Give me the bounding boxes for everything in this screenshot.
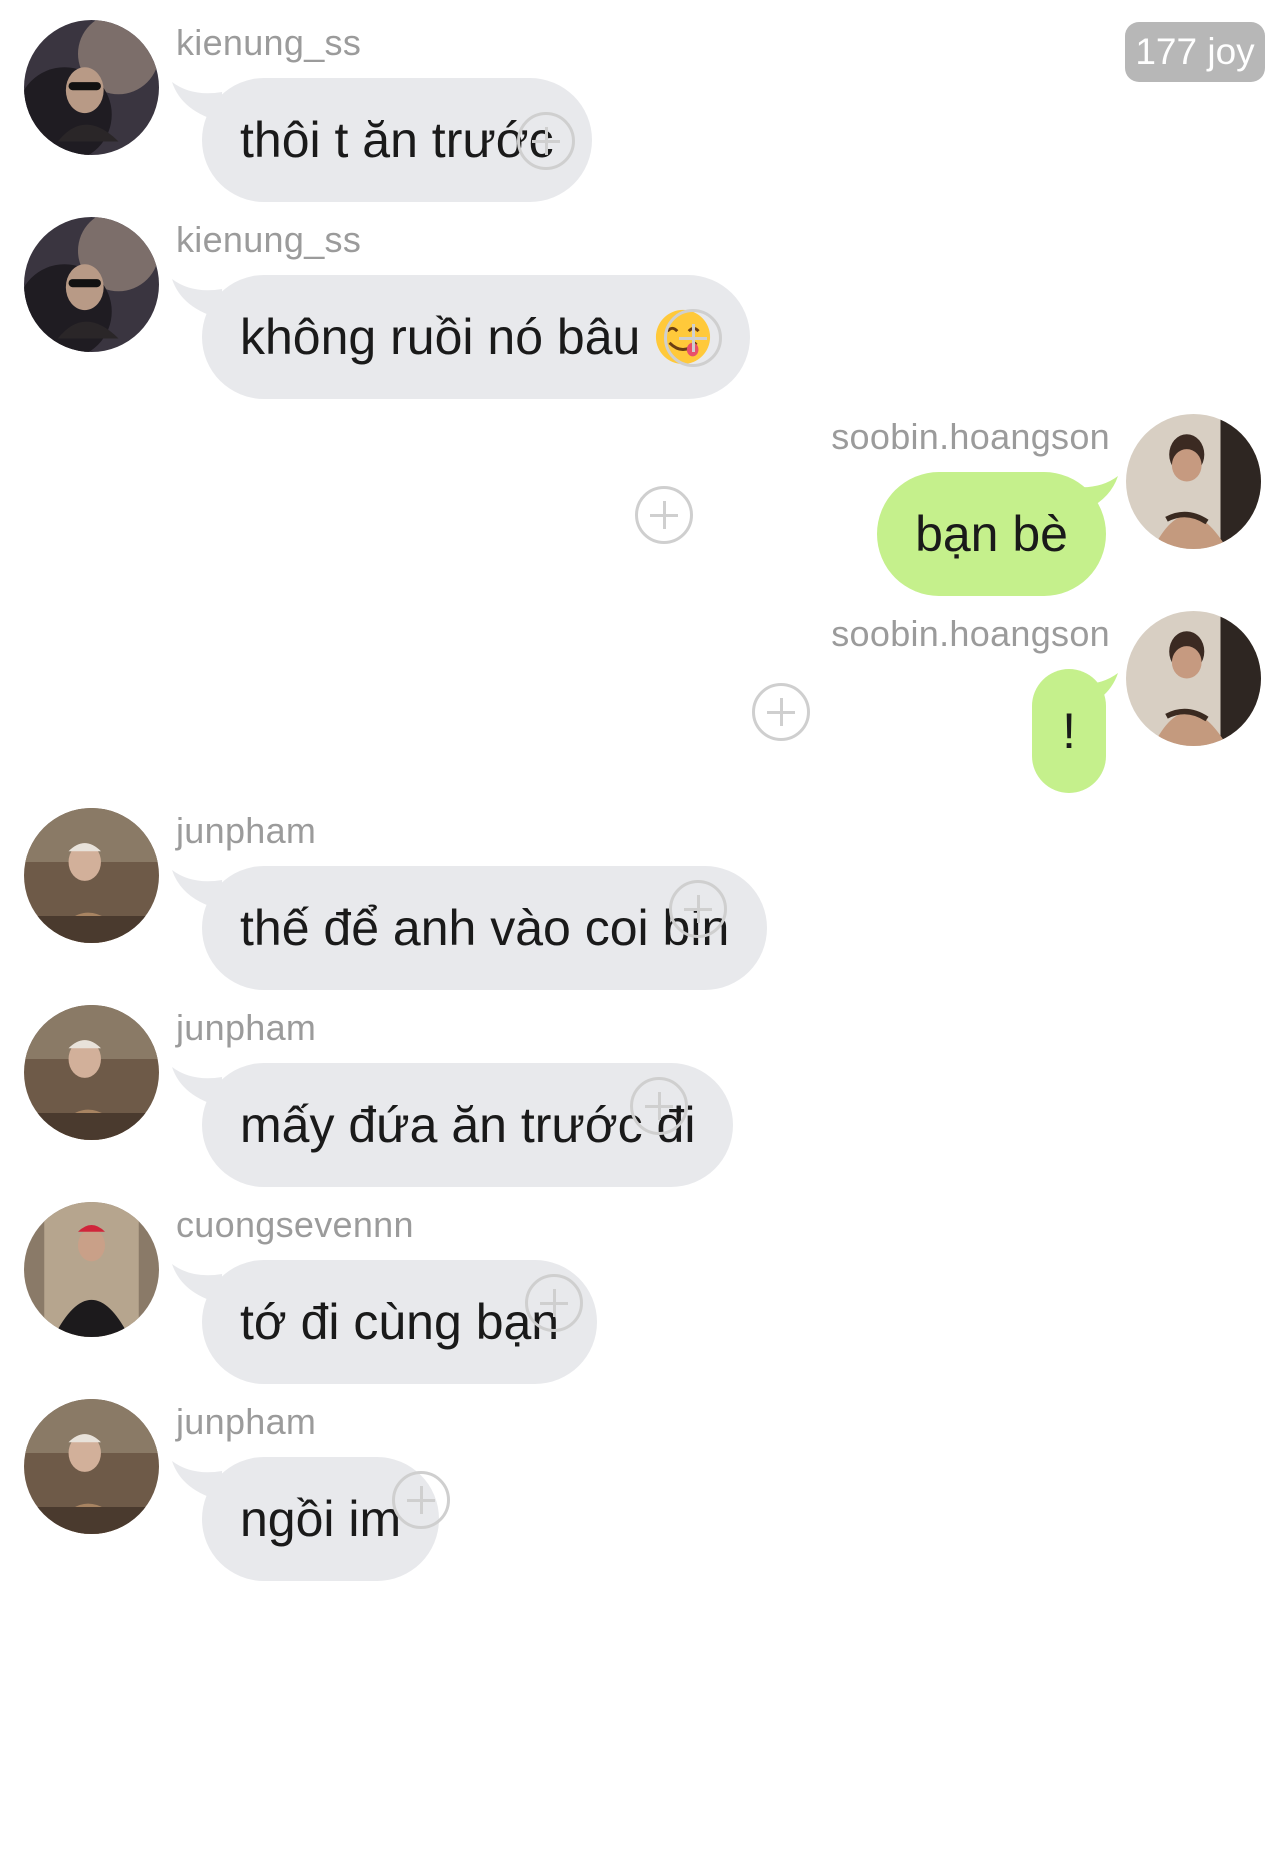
add-reaction-button[interactable] [525, 1274, 583, 1332]
message-text: ngồi im [240, 1491, 402, 1547]
add-reaction-button[interactable] [752, 683, 810, 741]
message-text: tớ đi cùng bạn [240, 1294, 560, 1350]
avatar-junpham[interactable] [24, 1005, 159, 1140]
add-reaction-button[interactable] [669, 880, 727, 938]
message-row: cuongsevennn tớ đi cùng bạn [0, 1202, 1284, 1402]
message-row: junpham mấy đứa ăn trước đi [0, 1005, 1284, 1205]
message-row: soobin.hoangson ! [0, 611, 1284, 811]
avatar-junpham[interactable] [24, 808, 159, 943]
username: junpham [176, 1401, 317, 1442]
add-reaction-button[interactable] [630, 1077, 688, 1135]
avatar-junpham[interactable] [24, 1399, 159, 1534]
username: soobin.hoangson [831, 613, 1110, 654]
avatar-kienung-ss[interactable] [24, 217, 159, 352]
message-text: ! [1062, 703, 1076, 759]
message-text: không ruồi nó bâu [240, 309, 641, 365]
message-row: soobin.hoangson bạn bè [0, 414, 1284, 614]
username: cuongsevennn [176, 1204, 414, 1245]
username: soobin.hoangson [831, 416, 1110, 457]
add-reaction-button[interactable] [635, 486, 693, 544]
add-reaction-button[interactable] [517, 112, 575, 170]
avatar-kienung-ss[interactable] [24, 20, 159, 155]
avatar-soobin-hoangson[interactable] [1126, 414, 1261, 549]
username: kienung_ss [176, 22, 362, 63]
message-text: thôi t ăn trước [240, 112, 554, 168]
username: junpham [176, 1007, 317, 1048]
message-bubble[interactable]: bạn bè [877, 472, 1106, 596]
add-reaction-button[interactable] [664, 309, 722, 367]
add-reaction-button[interactable] [392, 1471, 450, 1529]
message-bubble[interactable]: ! [1032, 669, 1106, 793]
avatar-cuongsevennn[interactable] [24, 1202, 159, 1337]
message-text: bạn bè [915, 506, 1068, 562]
message-row: junpham thế để anh vào coi bin [0, 808, 1284, 1008]
message-text: thế để anh vào coi bin [240, 900, 730, 956]
username: kienung_ss [176, 219, 362, 260]
message-text: mấy đứa ăn trước đi [240, 1097, 696, 1153]
message-row: kienung_ss không ruồi nó bâu [0, 217, 1284, 417]
message-row: junpham ngồi im [0, 1399, 1284, 1599]
avatar-soobin-hoangson[interactable] [1126, 611, 1261, 746]
username: junpham [176, 810, 317, 851]
message-row: kienung_ss thôi t ăn trước [0, 20, 1284, 220]
